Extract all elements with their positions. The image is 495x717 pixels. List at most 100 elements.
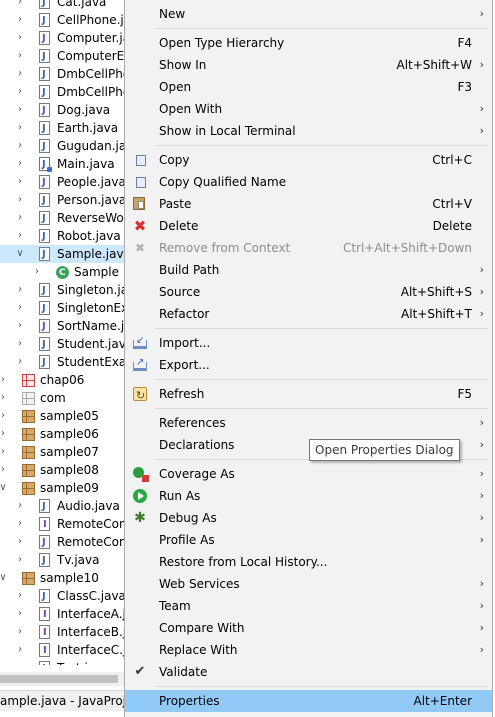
- chevron-right-icon[interactable]: ›: [15, 47, 25, 65]
- tree-item[interactable]: › CellPhone.java: [0, 11, 130, 29]
- chevron-right-icon[interactable]: ›: [15, 587, 25, 605]
- tree-item[interactable]: › Singleton.java: [0, 281, 130, 299]
- menu-item-web-services[interactable]: Web Services ›: [125, 573, 492, 595]
- tree-item[interactable]: › InterfaceC.java: [0, 641, 130, 659]
- menu-item-compare-with[interactable]: Compare With ›: [125, 617, 492, 639]
- menu-item-restore-from-local-history[interactable]: Restore from Local History...: [125, 551, 492, 573]
- tree-item[interactable]: › sample06: [0, 425, 130, 443]
- tree-item[interactable]: › Audio.java: [0, 497, 130, 515]
- menu-item-open[interactable]: Open F3: [125, 76, 492, 98]
- tree-item[interactable]: ∨ Sample.java: [0, 245, 130, 263]
- menu-item-open-type-hierarchy[interactable]: Open Type Hierarchy F4: [125, 32, 492, 54]
- menu-item-delete[interactable]: ✖ Delete Delete: [125, 215, 492, 237]
- tree-item[interactable]: › Earth.java: [0, 119, 130, 137]
- menu-item-coverage-as[interactable]: Coverage As ›: [125, 463, 492, 485]
- menu-item-new[interactable]: New ›: [125, 3, 492, 25]
- chevron-right-icon[interactable]: ›: [0, 389, 8, 407]
- tree-item[interactable]: › chap06: [0, 371, 130, 389]
- chevron-right-icon[interactable]: ›: [15, 65, 25, 83]
- tree-item[interactable]: › Main.java: [0, 155, 130, 173]
- tree-item[interactable]: › RemoteControl.java: [0, 515, 130, 533]
- chevron-right-icon[interactable]: ›: [15, 83, 25, 101]
- chevron-right-icon[interactable]: ›: [15, 335, 25, 353]
- chevron-right-icon[interactable]: ›: [15, 551, 25, 569]
- tree-item[interactable]: › sample05: [0, 407, 130, 425]
- chevron-right-icon[interactable]: ›: [15, 353, 25, 371]
- menu-item-references[interactable]: References ›: [125, 412, 492, 434]
- chevron-right-icon[interactable]: ›: [15, 227, 25, 245]
- chevron-right-icon[interactable]: ›: [15, 299, 25, 317]
- chevron-right-icon[interactable]: ›: [15, 101, 25, 119]
- tree-item[interactable]: › Dog.java: [0, 101, 130, 119]
- chevron-right-icon[interactable]: ›: [15, 641, 25, 659]
- tree-item[interactable]: › Person.java: [0, 191, 130, 209]
- chevron-right-icon[interactable]: ›: [15, 281, 25, 299]
- chevron-right-icon[interactable]: ›: [15, 623, 25, 641]
- tree-item[interactable]: ∨ sample09: [0, 479, 130, 497]
- chevron-right-icon[interactable]: ›: [15, 497, 25, 515]
- menu-item-profile-as[interactable]: Profile As ›: [125, 529, 492, 551]
- chevron-right-icon[interactable]: ›: [15, 515, 25, 533]
- menu-item-paste[interactable]: Paste Ctrl+V: [125, 193, 492, 215]
- menu-item-copy-qualified-name[interactable]: Copy Qualified Name: [125, 171, 492, 193]
- tree-item[interactable]: › sample07: [0, 443, 130, 461]
- tree-item[interactable]: › ComputerEx.java: [0, 47, 130, 65]
- chevron-down-icon[interactable]: ∨: [0, 479, 8, 497]
- tree-item[interactable]: › StudentExample.java: [0, 353, 130, 371]
- chevron-right-icon[interactable]: ›: [15, 11, 25, 29]
- menu-item-team[interactable]: Team ›: [125, 595, 492, 617]
- chevron-right-icon[interactable]: ›: [0, 425, 8, 443]
- tree-item[interactable]: › Computer.java: [0, 29, 130, 47]
- menu-item-validate[interactable]: ✔ Validate: [125, 661, 492, 683]
- menu-item-source[interactable]: Source Alt+Shift+S ›: [125, 281, 492, 303]
- tree-item[interactable]: › Sample: [0, 263, 130, 281]
- menu-item-remove-from-context[interactable]: ✖ Remove from Context Ctrl+Alt+Shift+Down: [125, 237, 492, 259]
- tree-item[interactable]: › DmbCellPhone.java: [0, 65, 130, 83]
- chevron-right-icon[interactable]: ›: [15, 659, 25, 665]
- tree-item[interactable]: › Test.java: [0, 659, 130, 665]
- menu-item-open-with[interactable]: Open With ›: [125, 98, 492, 120]
- tree-item[interactable]: › People.java: [0, 173, 130, 191]
- tree-item[interactable]: › Robot.java: [0, 227, 130, 245]
- tree-item[interactable]: ∨ sample10: [0, 569, 130, 587]
- chevron-right-icon[interactable]: ›: [0, 461, 8, 479]
- chevron-right-icon[interactable]: ›: [15, 317, 25, 335]
- tree-item[interactable]: › InterfaceB.java: [0, 623, 130, 641]
- tree-item[interactable]: › Cat.java: [0, 0, 130, 11]
- chevron-right-icon[interactable]: ›: [0, 443, 8, 461]
- chevron-down-icon[interactable]: ∨: [0, 569, 8, 587]
- chevron-right-icon[interactable]: ›: [15, 119, 25, 137]
- menu-item-show-in-local-terminal[interactable]: Show in Local Terminal ›: [125, 120, 492, 142]
- tree-item[interactable]: › InterfaceA.java: [0, 605, 130, 623]
- chevron-right-icon[interactable]: ›: [0, 371, 8, 389]
- chevron-right-icon[interactable]: ›: [15, 155, 25, 173]
- tree-item[interactable]: › ClassC.java: [0, 587, 130, 605]
- scrollbar-thumb[interactable]: [0, 675, 118, 683]
- menu-item-import[interactable]: Import...: [125, 330, 492, 354]
- tree-item[interactable]: › Gugudan.java: [0, 137, 130, 155]
- menu-item-run-as[interactable]: Run As ›: [125, 485, 492, 507]
- menu-item-build-path[interactable]: Build Path ›: [125, 259, 492, 281]
- chevron-right-icon[interactable]: ›: [15, 29, 25, 47]
- chevron-right-icon[interactable]: ›: [15, 533, 25, 551]
- menu-item-show-in[interactable]: Show In Alt+Shift+W ›: [125, 54, 492, 76]
- tree-item[interactable]: › Student.java: [0, 335, 130, 353]
- tree-item[interactable]: › Tv.java: [0, 551, 130, 569]
- menu-item-refactor[interactable]: Refactor Alt+Shift+T ›: [125, 303, 492, 325]
- menu-item-replace-with[interactable]: Replace With ›: [125, 639, 492, 661]
- menu-item-refresh[interactable]: Refresh F5: [125, 383, 492, 407]
- chevron-right-icon[interactable]: ›: [15, 0, 25, 11]
- menu-item-copy[interactable]: Copy Ctrl+C: [125, 149, 492, 171]
- chevron-down-icon[interactable]: ∨: [15, 245, 25, 263]
- tree-item[interactable]: › SortName.java: [0, 317, 130, 335]
- horizontal-scrollbar[interactable]: [0, 672, 130, 686]
- tree-item[interactable]: › ReverseWord.java: [0, 209, 130, 227]
- chevron-right-icon[interactable]: ›: [0, 407, 8, 425]
- tree-item[interactable]: › SingletonEx.java: [0, 299, 130, 317]
- tree-item[interactable]: › sample08: [0, 461, 130, 479]
- tree-item[interactable]: › DmbCellPhoneEx.java: [0, 83, 130, 101]
- chevron-right-icon[interactable]: ›: [15, 605, 25, 623]
- chevron-right-icon[interactable]: ›: [15, 173, 25, 191]
- chevron-right-icon[interactable]: ›: [15, 137, 25, 155]
- menu-item-properties[interactable]: Properties Alt+Enter: [125, 690, 492, 712]
